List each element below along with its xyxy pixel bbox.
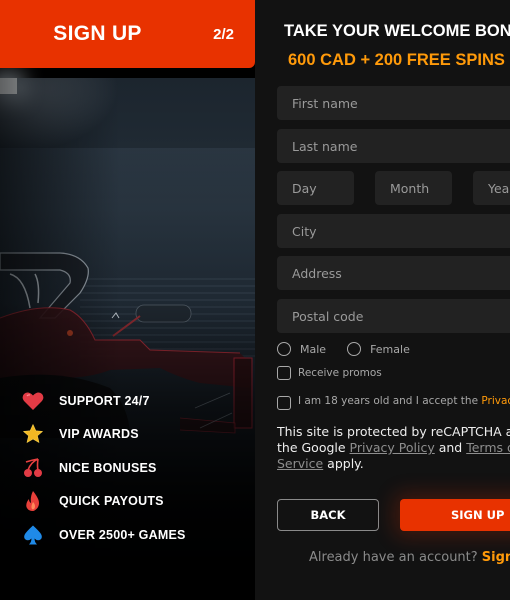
welcome-bonus-title: TAKE YOUR WELCOME BONUS <box>284 22 510 40</box>
radio-circle-icon[interactable] <box>347 342 362 356</box>
signin-prompt: Already have an account? Sign In <box>309 550 510 565</box>
first-name-input[interactable] <box>277 86 510 120</box>
google-terms-link[interactable]: Terms of <box>466 440 510 455</box>
back-button[interactable]: BACK <box>277 499 379 531</box>
signup-form-panel: TAKE YOUR WELCOME BONUS 600 CAD + 200 FR… <box>255 0 510 600</box>
birth-day-input[interactable] <box>277 171 354 205</box>
gender-female-radio[interactable]: Female <box>347 342 410 356</box>
checkbox-icon[interactable] <box>277 366 291 380</box>
recaptcha-notice: This site is protected by reCAPTCHA and … <box>277 424 510 472</box>
signup-submit-button[interactable]: SIGN UP <box>400 499 510 531</box>
feature-label: QUICK PAYOUTS <box>59 494 164 509</box>
radio-label: Male <box>300 342 327 356</box>
google-terms-link-cont[interactable]: Service <box>277 456 323 471</box>
fire-icon <box>22 490 44 512</box>
receive-promos-checkbox[interactable]: Receive promos <box>277 366 382 380</box>
feature-item: SUPPORT 24/7 <box>22 384 242 418</box>
radio-circle-icon[interactable] <box>277 342 291 356</box>
feature-item: VIP AWARDS <box>22 418 242 452</box>
heart-icon <box>22 390 44 412</box>
feature-item: QUICK PAYOUTS <box>22 485 242 519</box>
google-privacy-link[interactable]: Privacy Policy <box>350 440 435 455</box>
feature-item: OVER 2500+ GAMES <box>22 518 242 552</box>
feature-list: SUPPORT 24/7 VIP AWARDS NICE BONUSES QUI… <box>22 384 242 552</box>
feature-label: VIP AWARDS <box>59 427 139 442</box>
privacy-policy-link[interactable]: Privacy Policy <box>481 395 510 407</box>
signup-title: SIGN UP <box>53 22 142 45</box>
welcome-bonus-amount: 600 CAD + 200 FREE SPINS <box>288 51 505 69</box>
cherries-icon <box>22 457 44 479</box>
age-terms-checkbox[interactable]: I am 18 years old and I accept the Priva… <box>277 395 510 410</box>
left-promo-panel: SIGN UP 2/2 SUPPORT 24/7 VIP AWARDS NICE… <box>0 0 255 600</box>
last-name-input[interactable] <box>277 129 510 163</box>
postal-code-input[interactable] <box>277 299 510 333</box>
city-input[interactable] <box>277 214 510 248</box>
address-input[interactable] <box>277 256 510 290</box>
feature-label: OVER 2500+ GAMES <box>59 527 186 542</box>
gender-radio-group: Male Female <box>277 342 431 356</box>
checkbox-icon[interactable] <box>277 396 291 410</box>
birth-year-input[interactable] <box>473 171 510 205</box>
feature-item: NICE BONUSES <box>22 451 242 485</box>
checkbox-label: I am 18 years old and I accept the Priva… <box>298 395 510 408</box>
signup-header: SIGN UP 2/2 <box>0 0 255 68</box>
signin-link[interactable]: Sign In <box>482 550 510 565</box>
radio-label: Female <box>370 342 410 356</box>
spade-icon <box>22 524 44 546</box>
gender-male-radio[interactable]: Male <box>277 342 326 356</box>
step-indicator: 2/2 <box>213 25 234 43</box>
birth-month-input[interactable] <box>375 171 452 205</box>
star-icon <box>22 423 44 445</box>
feature-label: NICE BONUSES <box>59 460 157 475</box>
feature-label: SUPPORT 24/7 <box>59 393 150 408</box>
checkbox-label: Receive promos <box>298 367 382 379</box>
